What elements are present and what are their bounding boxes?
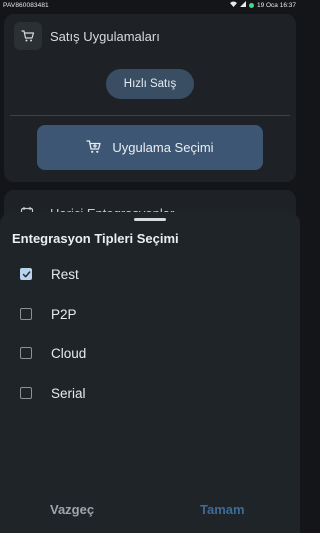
option-label: P2P [51, 306, 77, 322]
sheet-title: Entegrasyon Tipleri Seçimi [12, 231, 179, 246]
device-id-text: PAV860083481 [3, 1, 49, 9]
date-time-text: 19 Oca 16:37 [256, 1, 296, 9]
p2p-checkbox[interactable] [20, 308, 32, 320]
quick-sale-button[interactable]: Hızlı Satış [106, 69, 194, 99]
signal-icon [239, 1, 246, 9]
cloud-checkbox[interactable] [20, 347, 32, 359]
serial-checkbox[interactable] [20, 387, 32, 399]
status-bar: PAV860083481 19 Oca 16:37 [0, 0, 300, 10]
status-right: 19 Oca 16:37 [229, 1, 296, 9]
sales-card-header: Satış Uygulamaları [14, 22, 160, 50]
location-indicator-icon [248, 2, 254, 8]
option-rest[interactable]: Rest [0, 256, 300, 292]
rest-checkbox[interactable] [20, 268, 32, 280]
cart-icon [14, 22, 42, 50]
divider [10, 115, 290, 116]
sales-card-title: Satış Uygulamaları [50, 28, 160, 44]
cancel-button[interactable]: Vazgeç [50, 502, 94, 517]
option-label: Serial [51, 385, 86, 401]
wifi-icon [229, 1, 237, 9]
ok-button[interactable]: Tamam [200, 502, 245, 517]
cart-plus-icon [86, 139, 102, 157]
option-serial[interactable]: Serial [0, 375, 300, 411]
app-select-button[interactable]: Uygulama Seçimi [37, 125, 263, 170]
sheet-drag-handle[interactable] [134, 218, 166, 221]
option-label: Cloud [51, 345, 87, 361]
check-icon [22, 270, 30, 277]
option-p2p[interactable]: P2P [0, 296, 300, 332]
option-label: Rest [51, 266, 79, 282]
option-cloud[interactable]: Cloud [0, 335, 300, 371]
integration-type-sheet: Entegrasyon Tipleri Seçimi Rest P2P Clou… [0, 212, 300, 533]
sales-apps-card: Satış Uygulamaları Hızlı Satış Uygulama … [4, 14, 296, 182]
app-select-label: Uygulama Seçimi [112, 140, 214, 155]
